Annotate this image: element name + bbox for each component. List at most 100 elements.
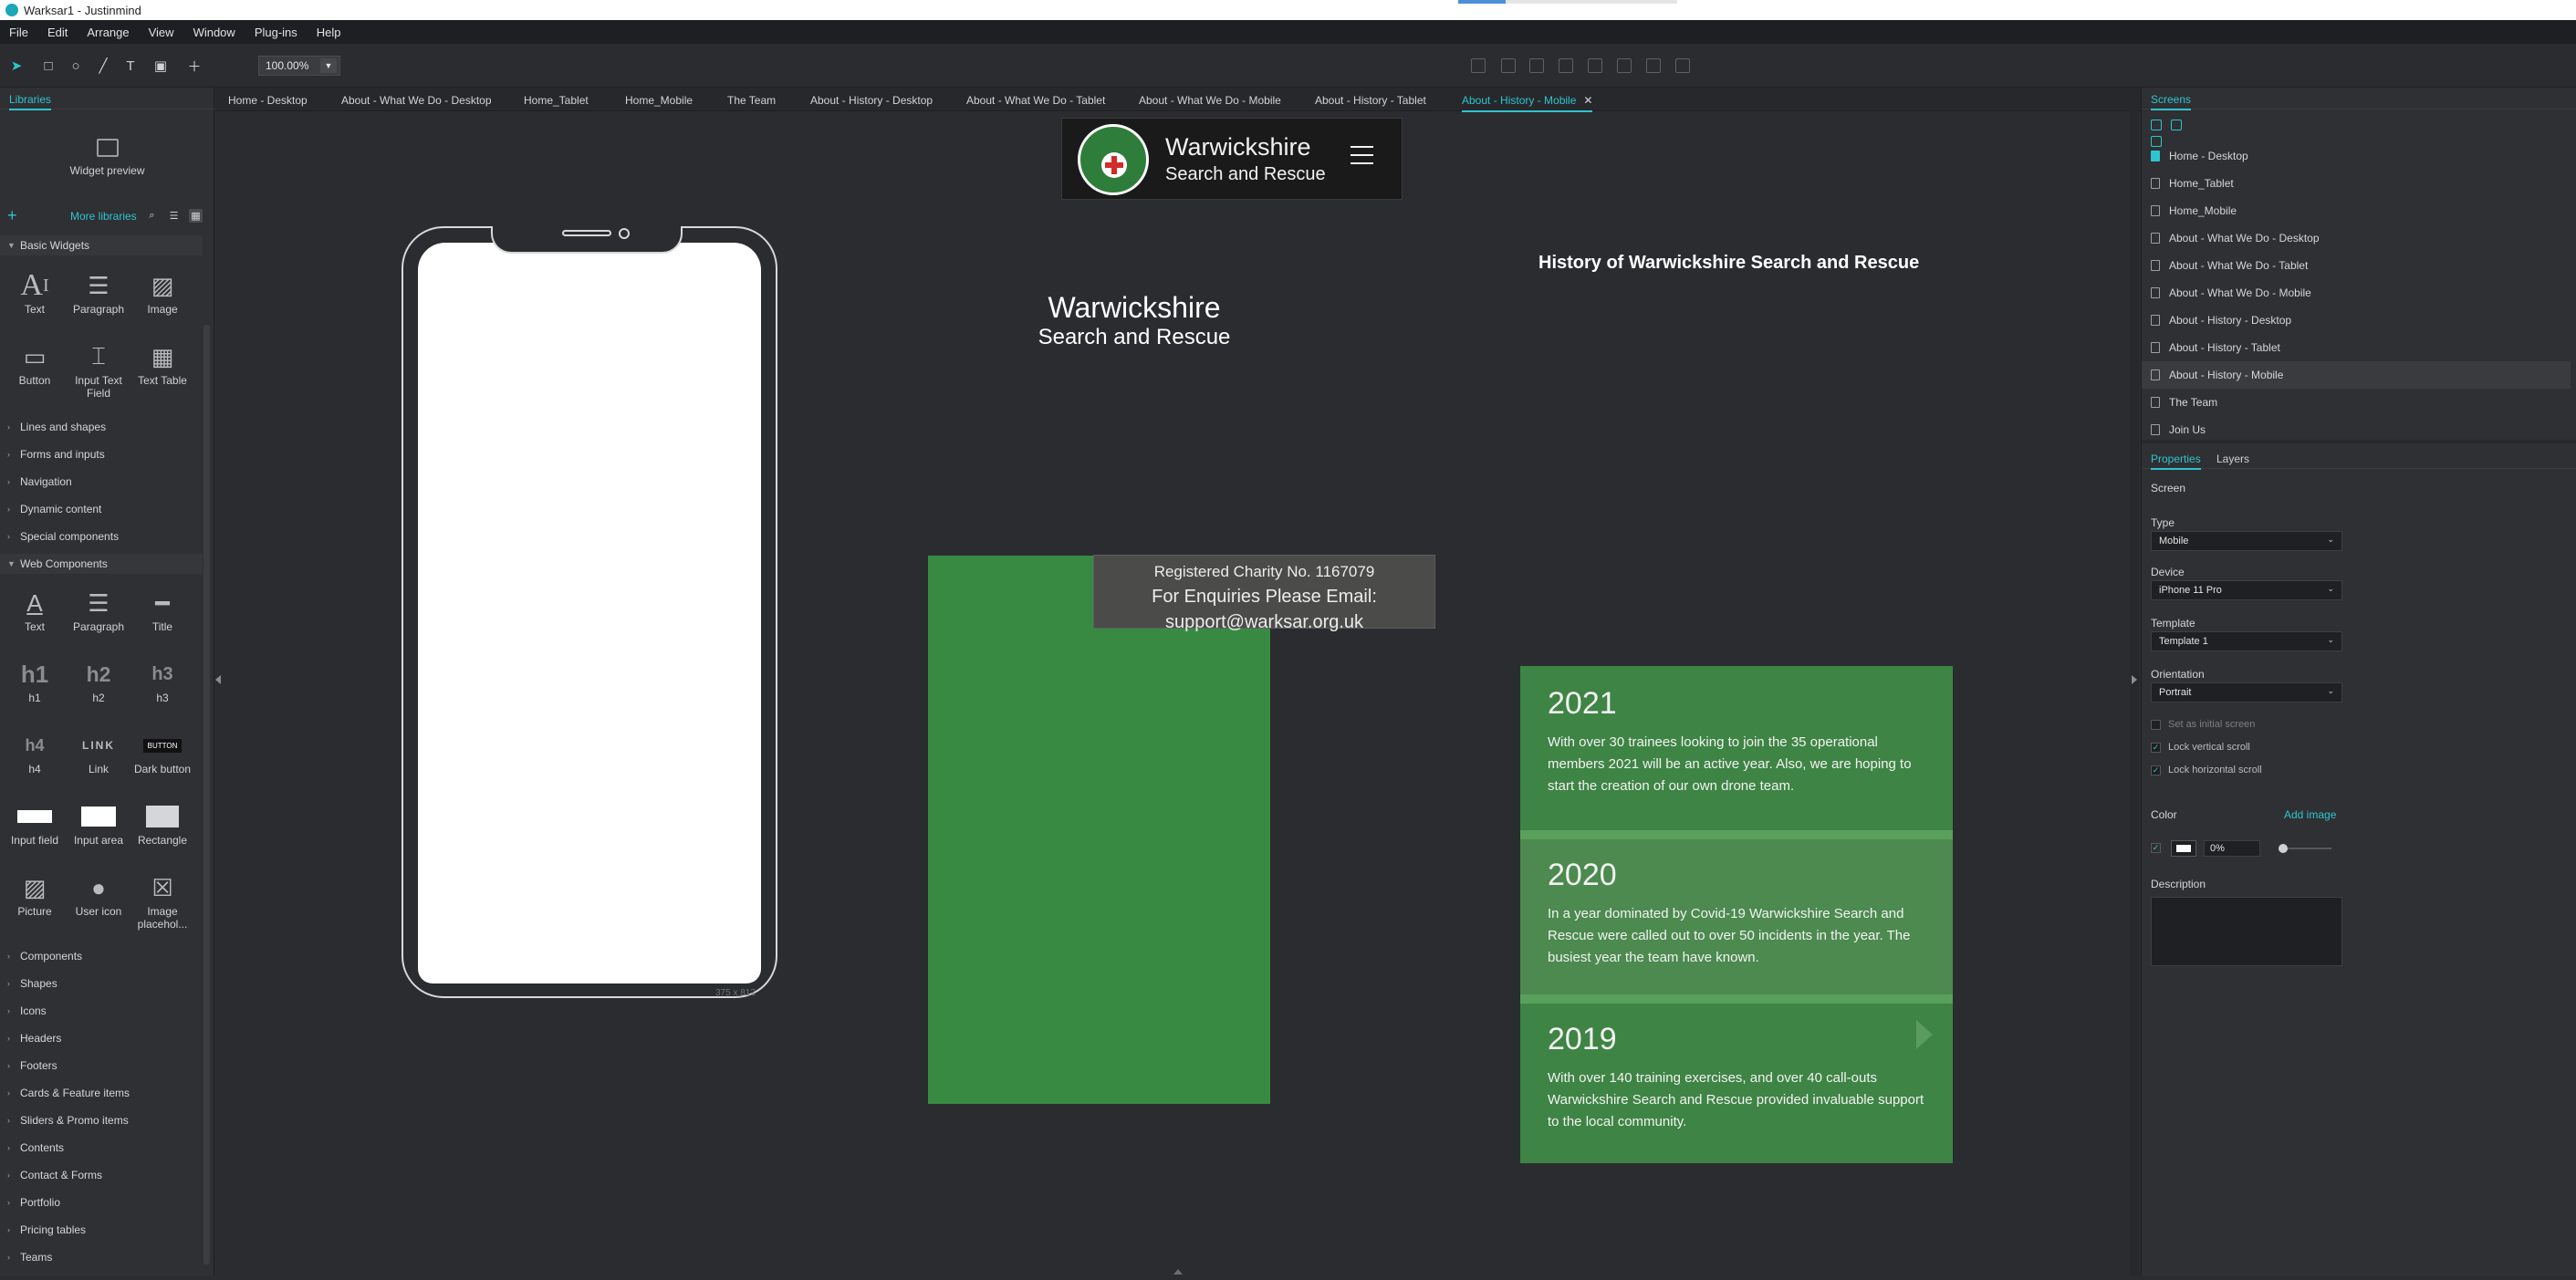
align-bottom-icon[interactable] xyxy=(1617,58,1632,73)
web-widget-input-field[interactable]: Input field xyxy=(5,799,65,865)
type-select[interactable]: Mobile ⌄ xyxy=(2151,531,2342,551)
next-arrow-icon[interactable] xyxy=(1916,1020,1933,1049)
screen-item-about-what-we-do-mobile[interactable]: About - What We Do - Mobile xyxy=(2142,279,2571,307)
web-widget-title[interactable]: ━ Title xyxy=(132,586,193,651)
text-tool-icon[interactable]: T xyxy=(121,57,140,75)
web-widget-h3[interactable]: h3 h3 xyxy=(132,657,193,723)
screen-item-about-history-tablet[interactable]: About - History - Tablet xyxy=(2142,334,2571,361)
charity-info-box[interactable]: Registered Charity No. 1167079 For Enqui… xyxy=(1093,555,1435,632)
widget-paragraph[interactable]: ☰ Paragraph xyxy=(68,268,129,334)
history-card-2021[interactable]: 2021 With over 30 trainees looking to jo… xyxy=(1520,666,1953,839)
heading-line1[interactable]: Warwickshire xyxy=(995,291,1274,325)
image-tool-icon[interactable]: ▣ xyxy=(151,57,170,75)
align-right-icon[interactable] xyxy=(1529,58,1544,73)
expand-bottom-icon[interactable] xyxy=(1173,1269,1183,1275)
set-initial-checkbox[interactable]: Set as initial screen xyxy=(2151,719,2255,730)
collapse-right-panel-icon[interactable] xyxy=(2132,675,2137,684)
widget-text-table[interactable]: ▦ Text Table xyxy=(132,339,193,405)
section-headers[interactable]: › Headers xyxy=(0,1028,203,1048)
tab-layers[interactable]: Layers xyxy=(2216,453,2249,465)
section-teams[interactable]: › Teams xyxy=(0,1247,203,1267)
screen-item-home-tablet[interactable]: Home_Tablet xyxy=(2142,170,2571,197)
menu-view[interactable]: View xyxy=(149,26,174,39)
widget-text[interactable]: A I Text xyxy=(5,268,65,334)
menu-help[interactable]: Help xyxy=(317,26,341,39)
libraries-scrollbar[interactable] xyxy=(203,325,210,1264)
menu-window[interactable]: Window xyxy=(193,26,235,39)
green-block[interactable] xyxy=(928,556,1270,1104)
opacity-slider-handle[interactable] xyxy=(2279,844,2288,853)
grid-view-icon[interactable]: ▦ xyxy=(189,209,203,223)
device-screen[interactable] xyxy=(418,243,761,983)
section-shapes[interactable]: › Shapes xyxy=(0,973,203,994)
screen-item-about-what-we-do-tablet[interactable]: About - What We Do - Tablet xyxy=(2142,252,2571,279)
menu-plugins[interactable]: Plug-ins xyxy=(255,26,297,39)
web-widget-picture[interactable]: ▨ Picture xyxy=(5,870,65,936)
header-logo-bar[interactable]: Warwickshire Search and Rescue xyxy=(1061,118,1403,200)
align-center-icon[interactable] xyxy=(1501,58,1516,73)
heading-line2[interactable]: Search and Rescue xyxy=(995,325,1274,350)
web-widget-image-placeholder[interactable]: ☒ Image placehol... xyxy=(132,870,193,949)
menu-edit[interactable]: Edit xyxy=(47,26,68,39)
web-widget-text[interactable]: A Text xyxy=(5,586,65,651)
section-lines-shapes[interactable]: › Lines and shapes xyxy=(0,417,203,437)
history-card-2019[interactable]: 2019 With over 140 training exercises, a… xyxy=(1520,1004,1953,1163)
section-navigation[interactable]: › Navigation xyxy=(0,472,203,492)
section-basic-widgets[interactable]: ▼ Basic Widgets xyxy=(0,235,203,255)
device-select[interactable]: iPhone 11 Pro ⌄ xyxy=(2151,580,2342,600)
section-footers[interactable]: › Footers xyxy=(0,1056,203,1076)
section-dynamic-content[interactable]: › Dynamic content xyxy=(0,499,203,519)
tab-the-team[interactable]: The Team xyxy=(727,94,776,107)
tab-home-tablet[interactable]: Home_Tablet xyxy=(524,94,589,107)
opacity-input[interactable]: 0% xyxy=(2204,840,2260,857)
section-pricing-tables[interactable]: › Pricing tables xyxy=(0,1220,203,1240)
list-view-icon[interactable]: ☰ xyxy=(167,209,181,223)
widget-input-text-field[interactable]: ⌶ Input Text Field xyxy=(68,339,129,418)
web-widget-h4[interactable]: h4 h4 xyxy=(5,728,65,794)
web-widget-dark-button[interactable]: BUTTON Dark button xyxy=(132,728,193,807)
add-tool-icon[interactable]: ＋ xyxy=(185,57,203,75)
section-contact-forms[interactable]: › Contact & Forms xyxy=(0,1165,203,1185)
hamburger-menu-icon[interactable] xyxy=(1351,146,1373,171)
widget-button[interactable]: ▭ Button xyxy=(5,339,65,405)
tab-about-history-desktop[interactable]: About - History - Desktop xyxy=(810,94,933,107)
web-widget-input-area[interactable]: Input area xyxy=(68,799,129,865)
distribute-vertical-icon[interactable] xyxy=(1675,58,1690,73)
add-library-icon[interactable]: + xyxy=(7,206,17,224)
screen-item-home-mobile[interactable]: Home_Mobile xyxy=(2142,197,2571,224)
color-swatch[interactable] xyxy=(2171,840,2196,857)
orientation-select[interactable]: Portrait ⌄ xyxy=(2151,682,2342,702)
screen-item-about-history-desktop[interactable]: About - History - Desktop xyxy=(2142,307,2571,334)
zoom-select[interactable]: 100.00% ▼ xyxy=(258,56,340,76)
history-card-2020[interactable]: 2020 In a year dominated by Covid-19 War… xyxy=(1520,839,1953,1004)
section-portfolio[interactable]: › Portfolio xyxy=(0,1192,203,1212)
section-components[interactable]: › Components xyxy=(0,946,203,966)
menu-arrange[interactable]: Arrange xyxy=(87,26,129,39)
add-screen-icon[interactable] xyxy=(2151,120,2162,130)
lock-vertical-checkbox[interactable]: ✓ Lock vertical scroll xyxy=(2151,742,2250,753)
section-special-components[interactable]: › Special components xyxy=(0,526,203,546)
section-cards-features[interactable]: › Cards & Feature items xyxy=(0,1083,203,1103)
section-icons[interactable]: › Icons xyxy=(0,1001,203,1021)
tab-about-what-we-do-mobile[interactable]: About - What We Do - Mobile xyxy=(1139,94,1281,107)
web-widget-h2[interactable]: h2 h2 xyxy=(68,657,129,723)
color-checkbox[interactable]: ✓ xyxy=(2151,843,2161,853)
screen-item-the-team[interactable]: The Team xyxy=(2142,389,2571,416)
screen-item-home-desktop[interactable]: Home - Desktop xyxy=(2142,142,2571,170)
collapse-left-panel-icon[interactable] xyxy=(215,675,221,684)
rectangle-tool-icon[interactable]: □ xyxy=(39,57,57,75)
template-select[interactable]: Template 1 ⌄ xyxy=(2151,631,2342,651)
tab-properties[interactable]: Properties xyxy=(2151,453,2201,470)
line-tool-icon[interactable]: ╱ xyxy=(94,57,112,75)
history-title[interactable]: History of Warwickshire Search and Rescu… xyxy=(1538,253,1919,274)
libraries-tab[interactable]: Libraries xyxy=(0,88,214,110)
align-middle-icon[interactable] xyxy=(1588,58,1602,73)
add-template-icon[interactable] xyxy=(2171,120,2182,130)
section-contents[interactable]: › Contents xyxy=(0,1138,203,1158)
distribute-horizontal-icon[interactable] xyxy=(1646,58,1661,73)
web-widget-user-icon[interactable]: ● User icon xyxy=(68,870,129,936)
tab-home-desktop[interactable]: Home - Desktop xyxy=(228,94,308,107)
align-top-icon[interactable] xyxy=(1559,58,1573,73)
search-icon[interactable]: ⌕ xyxy=(145,209,159,223)
web-widget-rectangle[interactable]: Rectangle xyxy=(132,799,193,865)
